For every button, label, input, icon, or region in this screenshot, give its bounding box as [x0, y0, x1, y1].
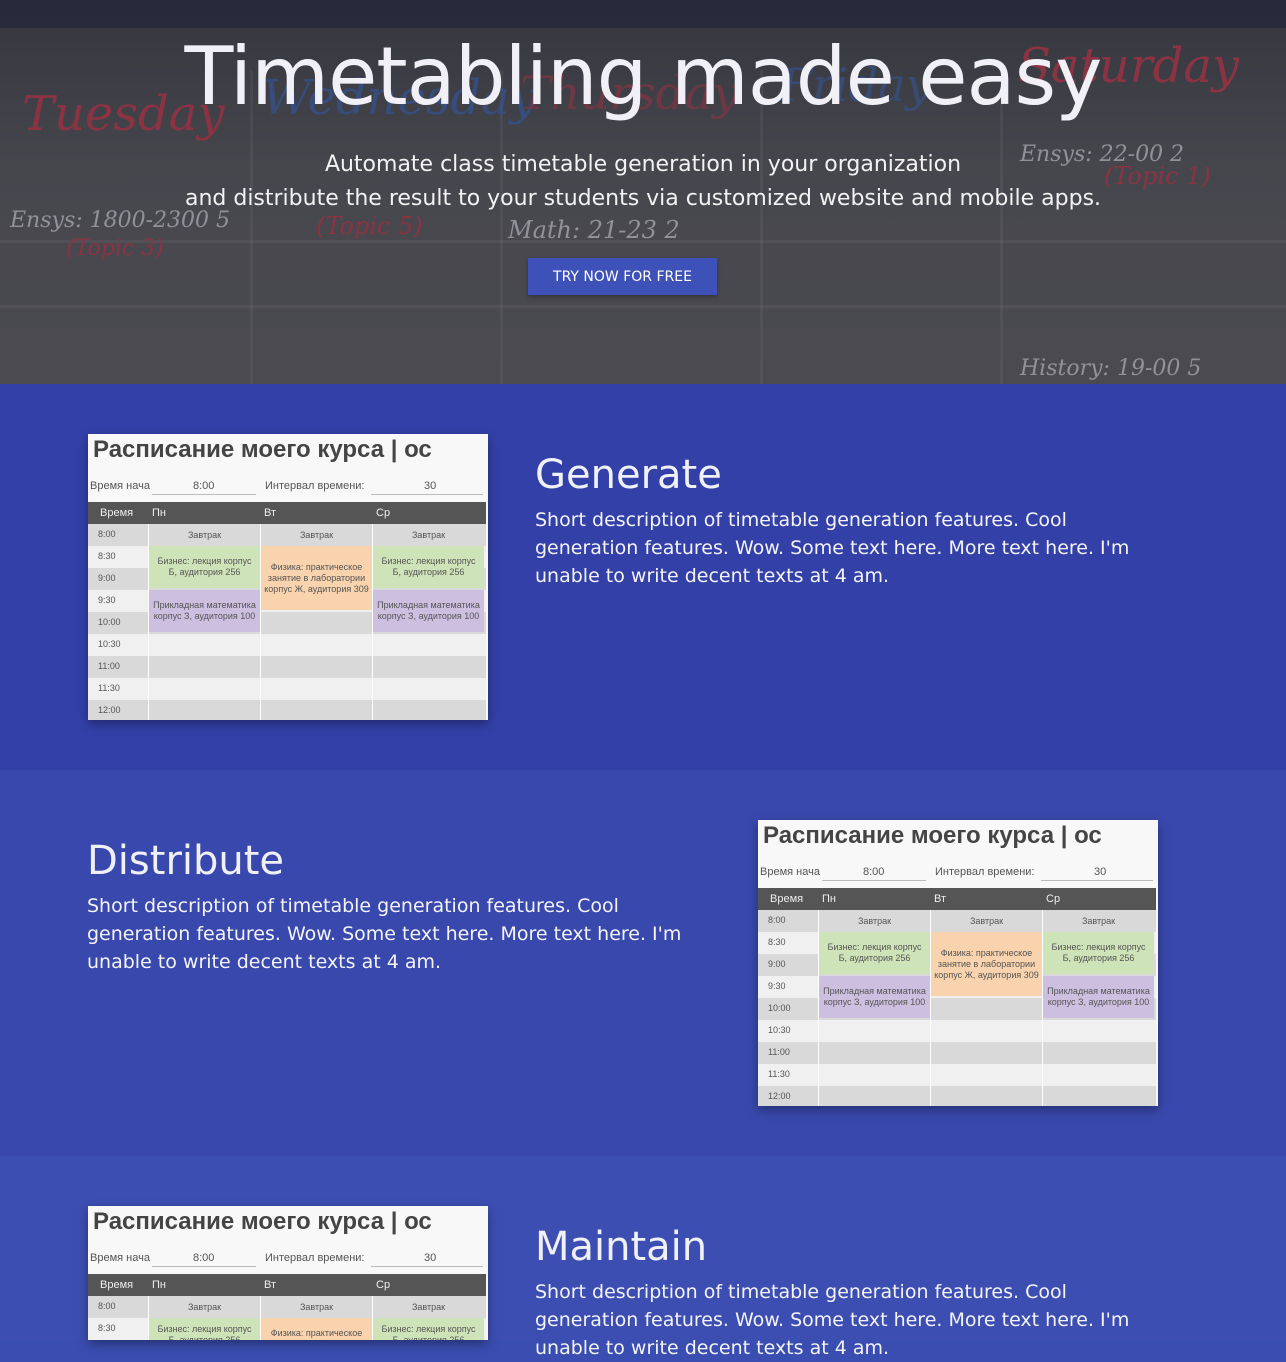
screenshot-title: Расписание моего курса | ос: [763, 822, 1102, 849]
breakfast-cell: Завтрак: [187, 529, 222, 540]
header-mon: Пн: [822, 893, 836, 905]
time-label: 11:00: [98, 661, 120, 671]
breakfast-cell: Завтрак: [969, 915, 1004, 926]
physics-lab-cell: Физика: практическое занятие в лаборатор…: [931, 932, 1042, 996]
time-label: 9:00: [98, 573, 116, 583]
time-label: 8:00: [98, 529, 116, 539]
time-label: 8:00: [768, 915, 786, 925]
breakfast-cell: Завтрак: [187, 1301, 222, 1312]
breakfast-cell: Завтрак: [411, 1301, 446, 1312]
timetable-screenshot: Расписание моего курса | ос Время нача 8…: [88, 1206, 488, 1340]
applied-math-cell: Прикладная математика корпус З, аудитори…: [819, 976, 930, 1018]
start-label: Время нача: [90, 480, 150, 492]
screenshot-meta: Время нача 8:00 Интервал времени: 30: [88, 478, 488, 498]
time-label: 11:00: [768, 1047, 790, 1057]
start-label: Время нача: [760, 866, 820, 878]
timetable-screenshot: Расписание моего курса | ос Время нача 8…: [88, 434, 488, 720]
header-tue: Вт: [264, 1279, 277, 1291]
try-now-button[interactable]: TRY NOW FOR FREE: [528, 258, 717, 295]
business-lecture-cell: Бизнес: лекция корпус Б, аудитория 256: [1043, 932, 1154, 974]
header-tue: Вт: [264, 507, 277, 519]
hero-section: Tuesday Wednesday Thursday Friday Saturd…: [0, 0, 1286, 384]
start-value: 8:00: [193, 1252, 215, 1264]
timetable-header: Время Пн Вт Ср: [88, 502, 486, 524]
breakfast-cell: Завтрак: [299, 1301, 334, 1312]
time-label: 11:30: [768, 1069, 790, 1079]
time-label: 9:00: [768, 959, 786, 969]
business-lecture-cell: Бизнес: лекция корпус Б, аудитория 256: [373, 1318, 484, 1340]
interval-value: 30: [424, 480, 437, 492]
business-lecture-cell: Бизнес: лекция корпус Б, аудитория 256: [373, 546, 484, 588]
time-label: 8:30: [768, 937, 786, 947]
physics-lab-cell: Физика: практическое занятие в лаборатор…: [261, 1318, 372, 1340]
start-value: 8:00: [193, 480, 215, 492]
hero-subtitle-line2: and distribute the result to your studen…: [184, 186, 1102, 211]
header-time: Время: [100, 507, 134, 519]
time-label: 8:30: [98, 1323, 116, 1333]
interval-value: 30: [1094, 866, 1107, 878]
header-tue: Вт: [934, 893, 947, 905]
time-label: 10:30: [768, 1025, 791, 1035]
interval-value: 30: [424, 1252, 437, 1264]
feature-title: Generate: [535, 452, 722, 498]
timetable-header: Время Пн Вт Ср: [758, 888, 1156, 910]
timetable-header: Время Пн Вт Ср: [88, 1274, 486, 1296]
feature-description: Short description of timetable generatio…: [535, 1281, 1130, 1359]
time-label: 10:00: [768, 1003, 791, 1013]
screenshot-title: Расписание моего курса | ос: [93, 1208, 432, 1235]
physics-lab-cell: Физика: практическое занятие в лаборатор…: [261, 546, 372, 610]
start-label: Время нача: [90, 1252, 150, 1264]
hero-title: Timetabling made easy: [184, 30, 1103, 123]
applied-math-cell: Прикладная математика корпус З, аудитори…: [149, 590, 260, 632]
timetable-screenshot: Расписание моего курса | ос Время нача 8…: [758, 820, 1158, 1106]
time-label: 8:30: [98, 551, 116, 561]
feature-description: Short description of timetable generatio…: [87, 895, 682, 973]
business-lecture-cell: Бизнес: лекция корпус Б, аудитория 256: [819, 932, 930, 974]
feature-title: Distribute: [87, 838, 285, 884]
hero-subtitle-line1: Automate class timetable generation in y…: [324, 152, 962, 177]
breakfast-cell: Завтрак: [299, 529, 334, 540]
header-time: Время: [100, 1279, 134, 1291]
business-lecture-cell: Бизнес: лекция корпус Б, аудитория 256: [149, 1318, 260, 1340]
time-label: 11:30: [98, 683, 120, 693]
header-wed: Ср: [1046, 893, 1061, 905]
time-label: 12:00: [98, 705, 121, 715]
applied-math-cell: Прикладная математика корпус З, аудитори…: [1043, 976, 1154, 1018]
feature-description: Short description of timetable generatio…: [535, 509, 1130, 587]
breakfast-cell: Завтрак: [411, 529, 446, 540]
time-label: 10:30: [98, 639, 121, 649]
time-label: 9:30: [768, 981, 786, 991]
interval-label: Интервал времени:: [265, 1252, 365, 1264]
screenshot-title: Расписание моего курса | ос: [93, 436, 432, 463]
time-label: 12:00: [768, 1091, 791, 1101]
header-wed: Ср: [376, 1279, 391, 1291]
time-label: 8:00: [98, 1301, 116, 1311]
hero-content: Timetabling made easy Automate class tim…: [0, 0, 1286, 384]
interval-label: Интервал времени:: [935, 866, 1035, 878]
time-label: 9:30: [98, 595, 116, 605]
screenshot-meta: Время нача 8:00 Интервал времени: 30: [758, 864, 1158, 884]
business-lecture-cell: Бизнес: лекция корпус Б, аудитория 256: [149, 546, 260, 588]
start-value: 8:00: [863, 866, 885, 878]
breakfast-cell: Завтрак: [1081, 915, 1116, 926]
feature-title: Maintain: [535, 1224, 708, 1270]
header-mon: Пн: [152, 507, 166, 519]
feature-maintain: Расписание моего курса | ос Время нача 8…: [0, 1156, 1286, 1359]
time-label: 10:00: [98, 617, 121, 627]
header-wed: Ср: [376, 507, 391, 519]
feature-distribute: Distribute Short description of timetabl…: [0, 770, 1286, 1156]
header-mon: Пн: [152, 1279, 166, 1291]
breakfast-cell: Завтрак: [857, 915, 892, 926]
interval-label: Интервал времени:: [265, 480, 365, 492]
header-time: Время: [770, 893, 804, 905]
applied-math-cell: Прикладная математика корпус З, аудитори…: [373, 590, 484, 632]
screenshot-meta: Время нача 8:00 Интервал времени: 30: [88, 1250, 488, 1270]
feature-generate: Расписание моего курса | ос Время нача 8…: [0, 384, 1286, 770]
